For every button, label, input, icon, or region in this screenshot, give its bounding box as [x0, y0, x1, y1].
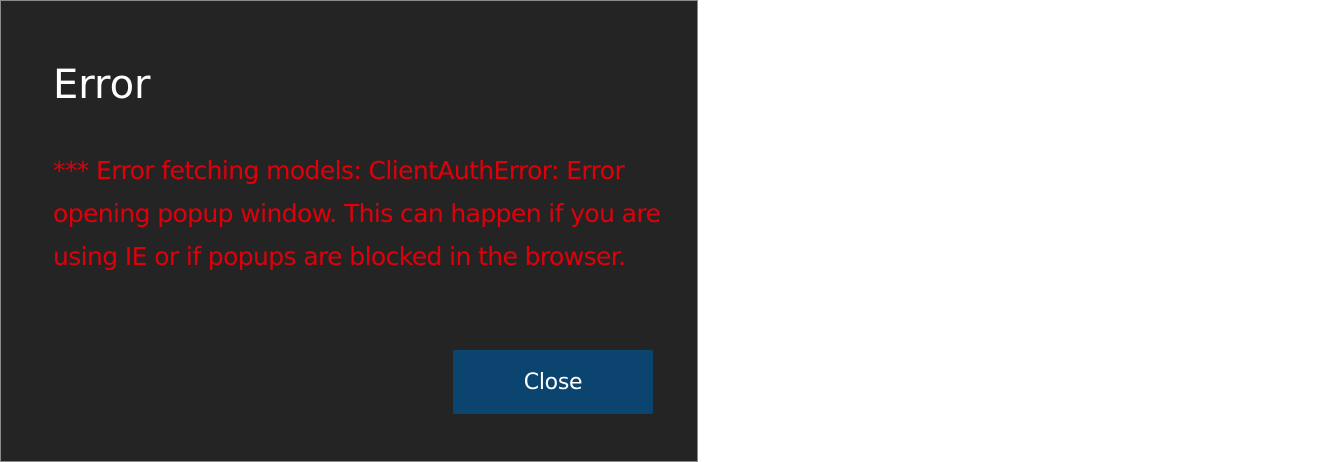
error-dialog: Error *** Error fetching models: ClientA… [0, 0, 698, 462]
dialog-title: Error [53, 62, 151, 108]
close-button[interactable]: Close [453, 350, 653, 414]
error-message: *** Error fetching models: ClientAuthErr… [53, 156, 661, 271]
